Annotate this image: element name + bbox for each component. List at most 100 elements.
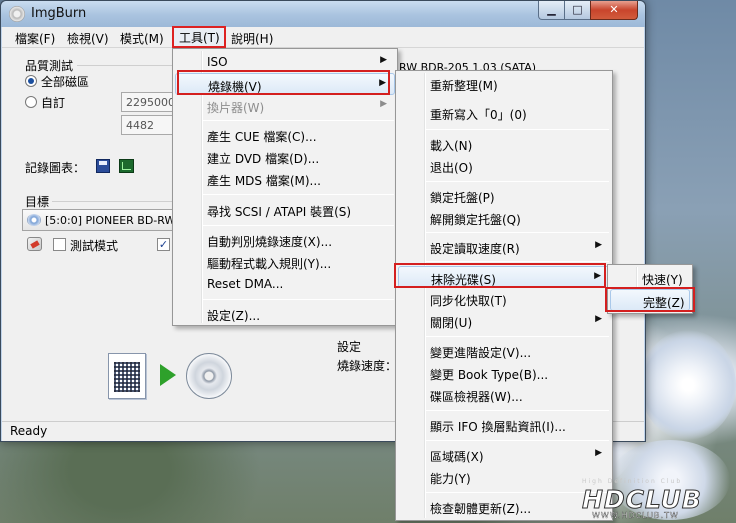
flower-decoration [640, 330, 736, 440]
eraser-icon[interactable] [27, 237, 42, 251]
menu-item-rezero[interactable]: 重新寫入「0」(0) [398, 102, 610, 124]
close-icon: ✕ [609, 3, 619, 16]
menu-item-label: 完整(Z) [643, 296, 685, 310]
start-sector-field[interactable]: 2295000 [121, 92, 176, 112]
record-graph-label: 記錄圖表： [25, 161, 86, 175]
menu-separator [203, 194, 394, 195]
menu-item-label: 燒錄機(V) [208, 80, 262, 94]
menu-separator [203, 120, 394, 121]
menu-item-label: 重新整理(M) [430, 79, 498, 93]
menu-separator [426, 261, 609, 262]
submenu-arrow-icon: ▶ [595, 448, 602, 458]
menu-file[interactable]: 檔案(F) [15, 30, 55, 47]
menu-item-label: ISO [207, 55, 228, 69]
menu-item-label: 建立 DVD 檔案(D)... [207, 152, 320, 166]
menu-item-drive[interactable]: 燒錄機(V) ▶ [175, 73, 395, 95]
menu-item-label: 同步化快取(T) [430, 294, 507, 308]
menu-separator [426, 440, 609, 441]
erase-submenu: 快速(Y) 完整(Z) [607, 264, 693, 314]
menu-item-label: 設定(Z)... [207, 309, 261, 323]
target-label: 目標 [25, 195, 50, 209]
custom-radio[interactable] [25, 96, 37, 108]
menu-separator [426, 336, 609, 337]
maximize-icon: □ [572, 3, 583, 16]
all-sectors-radio[interactable] [25, 75, 37, 87]
hdclub-watermark: High Definition Club HDCLUB WWW.HDCLUB.T… [582, 478, 732, 520]
menu-item-label: 重新寫入「0」(0) [430, 108, 527, 122]
menu-item-close[interactable]: 關閉(U) ▶ [398, 310, 610, 332]
write-speed-label: 燒錄速度： [337, 359, 398, 373]
minimize-icon: ▁ [547, 3, 556, 16]
end-sector-field[interactable]: 4482 [121, 115, 176, 135]
menu-item-advanced-settings[interactable]: 變更進階設定(V)... [398, 340, 610, 362]
menu-item-erase-disc[interactable]: 抹除光碟(S) ▶ [398, 266, 610, 288]
menu-item-iso[interactable]: ISO ▶ [175, 51, 395, 73]
menu-item-capabilities[interactable]: 能力(Y) [398, 466, 610, 488]
menu-item-label: 設定讀取速度(R) [430, 242, 520, 256]
menu-item-label: 尋找 SCSI / ATAPI 裝置(S) [207, 205, 352, 219]
menu-item-ifo-layer-break[interactable]: 顯示 IFO 換層點資訊(I)... [398, 414, 610, 436]
menu-item-label: 自動判別燒錄速度(X)... [207, 235, 333, 249]
menu-item-book-type[interactable]: 變更 Book Type(B)... [398, 362, 610, 384]
menu-item-reset-dma[interactable]: Reset DMA... [175, 273, 395, 295]
submenu-arrow-icon: ▶ [595, 240, 602, 250]
menu-item-label: 顯示 IFO 換層點資訊(I)... [430, 420, 566, 434]
menu-item-auto-speed[interactable]: 自動判別燒錄速度(X)... [175, 229, 395, 251]
menu-item-create-cue[interactable]: 產生 CUE 檔案(C)... [175, 124, 395, 146]
menu-tools-label: 工具(T) [179, 31, 220, 45]
menu-item-load[interactable]: 載入(N) [398, 133, 610, 155]
menu-item-label: 驅動程式載入規則(Y)... [207, 257, 332, 271]
menu-item-firmware-update[interactable]: 檢查韌體更新(Z)... [398, 496, 610, 518]
menu-item-label: Reset DMA... [207, 277, 284, 291]
menu-item-unlock-tray[interactable]: 解開鎖定托盤(Q) [398, 207, 610, 229]
menu-item-quick[interactable]: 快速(Y) [610, 267, 690, 289]
all-sectors-label: 全部磁區 [41, 75, 90, 89]
menu-help[interactable]: 說明(H) [231, 30, 273, 47]
menu-item-find-scsi[interactable]: 尋找 SCSI / ATAPI 裝置(S) [175, 199, 395, 221]
menu-view[interactable]: 檢視(V) [67, 30, 109, 47]
menu-separator [426, 232, 609, 233]
menu-item-label: 鎖定托盤(P) [430, 191, 495, 205]
menu-separator [426, 181, 609, 182]
menu-item-read-speed[interactable]: 設定讀取速度(R) ▶ [398, 236, 610, 258]
menu-item-lock-tray[interactable]: 鎖定托盤(P) [398, 185, 610, 207]
status-text: Ready [10, 424, 48, 438]
menu-item-create-mds[interactable]: 產生 MDS 檔案(M)... [175, 168, 395, 190]
settings-label: 設定 [337, 340, 362, 354]
custom-label: 自訂 [41, 96, 66, 110]
watermark-logo: HDCLUB [582, 485, 702, 515]
menu-item-changer[interactable]: 換片器(W) ▶ [175, 95, 395, 117]
drive-select[interactable]: [5:0:0] PIONEER BD-RW [22, 209, 177, 231]
menu-item-label: 產生 MDS 檔案(M)... [207, 174, 322, 188]
menu-item-refresh[interactable]: 重新整理(M) [398, 73, 610, 95]
test-mode-checkbox[interactable] [53, 238, 66, 251]
minimize-button[interactable]: ▁ [538, 1, 565, 20]
menu-item-label: 產生 CUE 檔案(C)... [207, 130, 317, 144]
submenu-arrow-icon: ▶ [380, 55, 387, 65]
drive-icon [27, 214, 41, 226]
maximize-button[interactable]: □ [564, 1, 591, 20]
menu-item-region-code[interactable]: 區域碼(X) ▶ [398, 444, 610, 466]
menu-item-driver-rules[interactable]: 驅動程式載入規則(Y)... [175, 251, 395, 273]
image-file-icon [108, 353, 146, 399]
save-icon[interactable] [96, 159, 110, 173]
menu-item-label: 關閉(U) [430, 316, 473, 330]
graph-icon[interactable] [119, 159, 134, 173]
menu-item-eject[interactable]: 退出(O) [398, 155, 610, 177]
window-title: ImgBurn [31, 6, 87, 21]
title-bar[interactable]: ImgBurn ▁ □ ✕ [1, 1, 645, 27]
menu-item-create-dvd[interactable]: 建立 DVD 檔案(D)... [175, 146, 395, 168]
menu-item-settings[interactable]: 設定(Z)... [175, 303, 395, 325]
verify-checkbox[interactable]: ✓ [157, 238, 170, 251]
group-divider [52, 201, 177, 202]
menu-item-full[interactable]: 完整(Z) [610, 289, 690, 311]
menu-item-label: 載入(N) [430, 139, 473, 153]
menu-item-label: 檢查韌體更新(Z)... [430, 502, 532, 516]
menu-item-sector-viewer[interactable]: 碟區檢視器(W)... [398, 384, 610, 406]
menu-mode[interactable]: 模式(M) [120, 30, 164, 47]
menu-item-label: 抹除光碟(S) [431, 273, 496, 287]
menu-item-label: 碟區檢視器(W)... [430, 390, 523, 404]
menu-tools[interactable]: 工具(T) [172, 26, 226, 48]
close-button[interactable]: ✕ [590, 1, 638, 20]
menu-item-sync-cache[interactable]: 同步化快取(T) [398, 288, 610, 310]
